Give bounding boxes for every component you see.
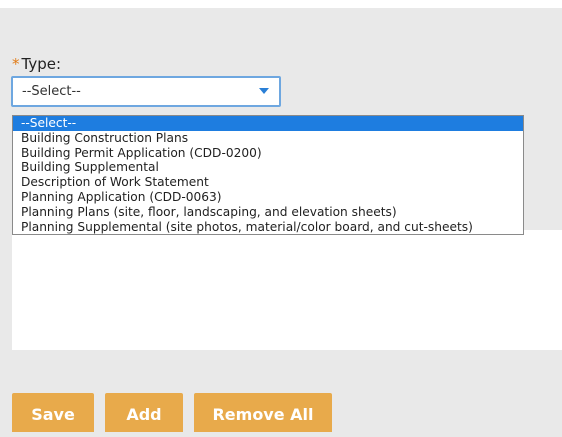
dropdown-option-description-of-work[interactable]: Description of Work Statement xyxy=(13,175,523,190)
top-strip xyxy=(0,0,562,8)
type-field-label: * Type: xyxy=(12,54,61,74)
dropdown-option-planning-supplemental[interactable]: Planning Supplemental (site photos, mate… xyxy=(13,220,523,235)
content-panel xyxy=(12,230,562,350)
type-select-value: --Select-- xyxy=(22,84,81,99)
dropdown-option-planning-plans[interactable]: Planning Plans (site, floor, landscaping… xyxy=(13,205,523,220)
type-select[interactable]: --Select-- xyxy=(11,76,281,107)
add-button[interactable]: Add xyxy=(105,393,183,432)
required-marker: * xyxy=(12,55,20,73)
dropdown-option-planning-application[interactable]: Planning Application (CDD-0063) xyxy=(13,190,523,205)
remove-all-button[interactable]: Remove All xyxy=(194,393,332,432)
dropdown-option-select[interactable]: --Select-- xyxy=(13,116,523,131)
type-label-text: Type: xyxy=(21,55,62,73)
chevron-down-icon xyxy=(259,88,269,94)
dropdown-option-building-permit-application[interactable]: Building Permit Application (CDD-0200) xyxy=(13,146,523,161)
save-button[interactable]: Save xyxy=(12,393,94,432)
dropdown-option-building-construction-plans[interactable]: Building Construction Plans xyxy=(13,131,523,146)
dropdown-option-building-supplemental[interactable]: Building Supplemental xyxy=(13,160,523,175)
type-dropdown-list[interactable]: --Select-- Building Construction Plans B… xyxy=(12,115,524,236)
